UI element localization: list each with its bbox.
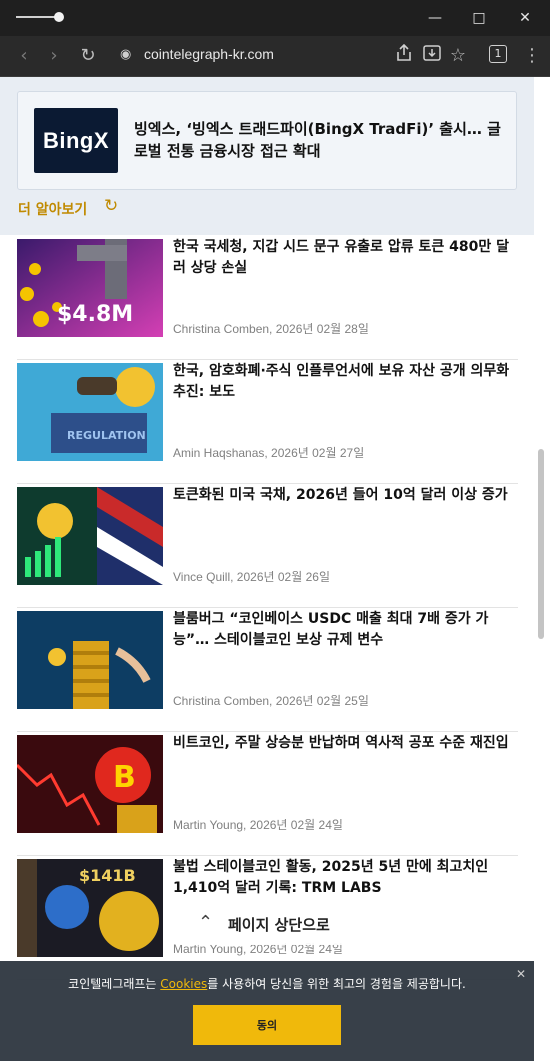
share-icon[interactable] — [392, 43, 416, 68]
article-thumbnail[interactable] — [17, 611, 163, 709]
back-to-top-button[interactable]: ⌃ 페이지 상단으로 — [176, 903, 352, 945]
sponsored-block: BingX 빙엑스, ‘빙엑스 트래드파이(BingX TradFi)’ 출시…… — [0, 77, 534, 235]
accept-cookies-button[interactable]: 동의 — [193, 1005, 341, 1045]
forward-arrow-icon[interactable]: › — [42, 44, 66, 68]
article-meta: Christina Comben, 2026년 02월 28일 — [173, 322, 369, 336]
article-thumbnail[interactable]: B — [17, 735, 163, 833]
svg-text:B: B — [113, 760, 136, 795]
bingx-logo: BingX — [34, 108, 118, 173]
article-meta: Martin Young, 2026년 02월 24일 — [173, 818, 343, 832]
cookies-link[interactable]: Cookies — [160, 977, 207, 991]
article-item[interactable]: 토큰화된 미국 국채, 2026년 들어 10억 달러 이상 증가 Vince … — [17, 483, 518, 608]
article-thumbnail[interactable]: $4.8M — [17, 239, 163, 337]
thumbnail-text: $141B — [79, 866, 136, 885]
article-title[interactable]: 한국, 암호화폐·주식 인플루언서에 보유 자산 공개 의무화 추진: 보도 — [173, 361, 517, 403]
article-meta: Christina Comben, 2026년 02월 25일 — [173, 694, 369, 708]
site-info-icon[interactable]: ◉ — [120, 47, 131, 62]
article-title[interactable]: 비트코인, 주말 상승분 반납하며 역사적 공포 수준 재진입 — [173, 733, 517, 754]
address-bar[interactable]: ◉ cointelegraph-kr.com — [114, 44, 384, 68]
article-title[interactable]: 토큰화된 미국 국채, 2026년 들어 10억 달러 이상 증가 — [173, 485, 517, 506]
maximize-icon[interactable]: □ — [468, 8, 490, 28]
close-icon[interactable]: ✕ — [514, 8, 536, 28]
back-to-top-label: 페이지 상단으로 — [228, 916, 330, 934]
thumbnail-text: REGULATION — [67, 429, 146, 442]
article-item[interactable]: B 비트코인, 주말 상승분 반납하며 역사적 공포 수준 재진입 Martin… — [17, 731, 518, 856]
cookie-banner: ✕ 코인텔레그래프는 Cookies를 사용하여 당신을 위한 최고의 경험을 … — [0, 961, 534, 1061]
zoom-slider-handle[interactable] — [54, 12, 64, 22]
article-meta: Vince Quill, 2026년 02월 26일 — [173, 570, 330, 584]
more-link[interactable]: 더 알아보기 — [18, 199, 87, 219]
article-thumbnail[interactable]: REGULATION — [17, 363, 163, 461]
article-thumbnail[interactable] — [17, 487, 163, 585]
article-item[interactable]: $4.8M 한국 국세청, 지갑 시드 문구 유출로 압류 토큰 480만 달러… — [17, 235, 518, 360]
article-title[interactable]: 한국 국세청, 지갑 시드 문구 유출로 압류 토큰 480만 달러 상당 손실 — [173, 237, 517, 279]
cookie-text-before: 코인텔레그래프는 — [68, 977, 161, 991]
url-text: cointelegraph-kr.com — [144, 46, 274, 62]
article-meta: Amin Haqshanas, 2026년 02월 27일 — [173, 446, 365, 460]
article-item[interactable]: 블룸버그 “코인베이스 USDC 매출 최대 7배 증가 가능”… 스테이블코인… — [17, 607, 518, 732]
promo-card[interactable]: BingX 빙엑스, ‘빙엑스 트래드파이(BingX TradFi)’ 출시…… — [17, 91, 517, 190]
chevron-up-icon: ⌃ — [198, 912, 214, 933]
article-title[interactable]: 블룸버그 “코인베이스 USDC 매출 최대 7배 증가 가능”… 스테이블코인… — [173, 609, 517, 651]
article-title[interactable]: 불법 스테이블코인 활동, 2025년 5년 만에 최고치인 1,410억 달러… — [173, 857, 517, 899]
article-item[interactable]: REGULATION 한국, 암호화폐·주식 인플루언서에 보유 자산 공개 의… — [17, 359, 518, 484]
browser-toolbar: ‹ › ↻ ◉ cointelegraph-kr.com ☆ 1 ⋮ — [0, 36, 550, 77]
cookie-message: 코인텔레그래프는 Cookies를 사용하여 당신을 위한 최고의 경험을 제공… — [0, 975, 534, 992]
page-content: BingX 빙엑스, ‘빙엑스 트래드파이(BingX TradFi)’ 출시…… — [0, 77, 550, 1061]
scrollbar-thumb[interactable] — [538, 449, 544, 639]
window-titlebar: — □ ✕ — [0, 0, 550, 36]
promo-title[interactable]: 빙엑스, ‘빙엑스 트래드파이(BingX TradFi)’ 출시… 글로벌 전… — [134, 118, 506, 162]
thumbnail-text: $4.8M — [57, 302, 133, 327]
refresh-icon[interactable]: ↻ — [104, 196, 118, 216]
minimize-icon[interactable]: — — [424, 8, 446, 28]
article-thumbnail[interactable]: $141B — [17, 859, 163, 957]
bookmark-star-icon[interactable]: ☆ — [446, 44, 470, 68]
download-icon[interactable] — [420, 44, 444, 68]
reload-icon[interactable]: ↻ — [76, 44, 100, 68]
tab-count-button[interactable]: 1 — [489, 45, 507, 63]
cookie-text-after: 를 사용하여 당신을 위한 최고의 경험을 제공합니다. — [207, 977, 466, 991]
menu-dots-icon[interactable]: ⋮ — [520, 44, 544, 68]
page-scrollbar[interactable] — [536, 77, 546, 1061]
back-arrow-icon[interactable]: ‹ — [12, 44, 36, 68]
